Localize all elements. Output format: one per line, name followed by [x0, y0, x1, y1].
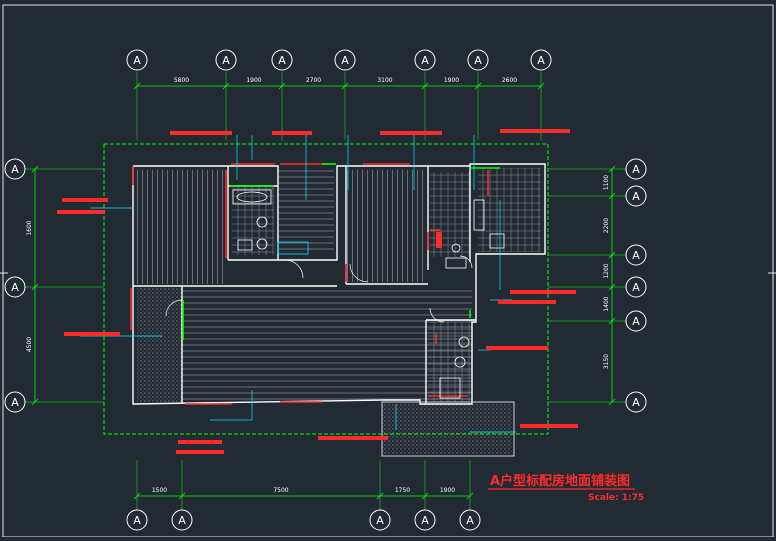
grid-bubble-label: A [632, 281, 640, 294]
dimension-right: 1400 [603, 296, 610, 311]
grid-bubble-right: A [625, 185, 647, 207]
grid-bubble-left: A [4, 276, 26, 298]
grid-bubble-left: A [4, 158, 26, 180]
drawing-title: A户型标配房地面铺装图 [490, 473, 630, 489]
balcony-tile-floor [137, 288, 182, 402]
grid-bubble-label: A [222, 54, 230, 67]
dimension-top: 1900 [246, 77, 261, 84]
dimension-top: 1900 [444, 77, 459, 84]
grid-bubble-label: A [466, 514, 474, 527]
dimension-right: 2200 [603, 218, 610, 233]
drawing-scale: Scale: 1:75 [588, 493, 644, 503]
grid-bubble-top: A [414, 49, 436, 71]
dimension-top: 5800 [174, 77, 189, 84]
grid-bubble-bottom: A [126, 509, 148, 531]
grid-bubble-label: A [632, 315, 640, 328]
grid-bubble-label: A [278, 54, 286, 67]
grid-bubble-label: A [537, 54, 545, 67]
grid-bubble-top: A [271, 49, 293, 71]
dimension-left: 1600 [26, 220, 33, 235]
grid-bubble-bottom: A [171, 509, 193, 531]
grid-bubble-label: A [421, 514, 429, 527]
grid-bubble-bottom: A [369, 509, 391, 531]
grid-bubble-top: A [530, 49, 552, 71]
dimension-bottom: 1900 [440, 487, 455, 494]
grid-bubble-top: A [334, 49, 356, 71]
bedroom-wood-floor [137, 170, 227, 284]
grid-bubble-right: A [625, 276, 647, 298]
grid-bubble-right: A [625, 310, 647, 332]
dimension-right: 1200 [603, 263, 610, 278]
grid-bubble-right: A [625, 391, 647, 413]
terrace-tile-floor [382, 404, 512, 454]
dimension-top: 2600 [502, 77, 517, 84]
grid-bubble-label: A [133, 514, 141, 527]
dimension-right: 3150 [603, 354, 610, 369]
grid-bubble-label: A [421, 54, 429, 67]
grid-bubble-right: A [625, 158, 647, 180]
grid-bubble-left: A [4, 391, 26, 413]
grid-bubble-label: A [632, 396, 640, 409]
grid-bubble-label: A [376, 514, 384, 527]
grid-bubble-right: A [625, 244, 647, 266]
grid-bubble-label: A [632, 190, 640, 203]
grid-bubble-label: A [11, 281, 19, 294]
dimension-left: 4500 [26, 337, 33, 352]
grid-bubble-label: A [632, 249, 640, 262]
study-wood-floor [279, 170, 334, 252]
grid-bubble-top: A [215, 49, 237, 71]
dimension-bottom: 1500 [152, 487, 167, 494]
grid-bubble-bottom: A [414, 509, 436, 531]
grid-bubble-label: A [11, 396, 19, 409]
grid-bubble-label: A [11, 163, 19, 176]
dimension-right: 1100 [603, 175, 610, 190]
floor-finishes [137, 168, 541, 454]
grid-bubble-label: A [178, 514, 186, 527]
grid-bubble-label: A [632, 163, 640, 176]
dimension-top: 3100 [377, 77, 392, 84]
grid-bubble-label: A [341, 54, 349, 67]
grid-bubble-bottom: A [459, 509, 481, 531]
grid-bubble-label: A [133, 54, 141, 67]
dimension-top: 2700 [306, 77, 321, 84]
dimension-bottom: 7500 [273, 487, 288, 494]
grid-bubble-label: A [474, 54, 482, 67]
cad-drawing-viewport[interactable]: A A A A A A A A A A A A A A A A A A A A A 5800 1900 2700 3100 19… [0, 0, 776, 538]
grid-bubble-top: A [467, 49, 489, 71]
grid-bubble-top: A [126, 49, 148, 71]
bathroom-tile-floor [428, 322, 473, 402]
dimension-bottom: 1750 [395, 487, 410, 494]
